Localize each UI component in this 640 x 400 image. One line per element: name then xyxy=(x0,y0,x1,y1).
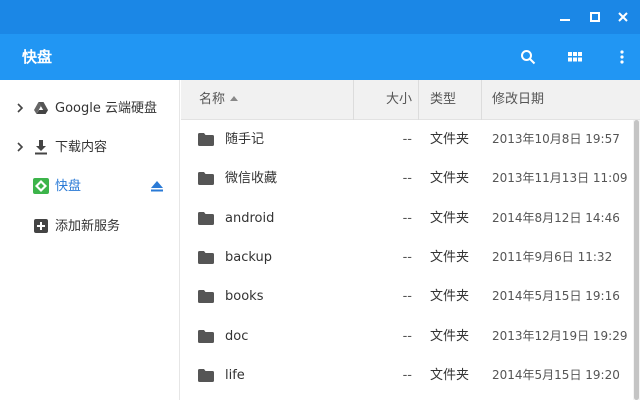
table-header: 名称 大小 类型 修改日期 xyxy=(181,80,640,120)
file-type: 文件夹 xyxy=(430,328,470,344)
file-size: -- xyxy=(402,132,412,147)
sidebar: Google 云端硬盘 下载内容 快盘 添加新服务 xyxy=(0,80,180,400)
column-divider[interactable] xyxy=(481,80,482,120)
file-type: 文件夹 xyxy=(430,171,470,187)
file-size: -- xyxy=(402,289,412,305)
app-title: 快盘 xyxy=(22,48,53,66)
file-modified: 2014年5月15日 19:20 xyxy=(492,367,620,382)
sidebar-item-google-drive[interactable]: Google 云端硬盘 xyxy=(0,89,180,128)
maximize-icon[interactable] xyxy=(582,0,608,34)
file-size: -- xyxy=(402,210,412,226)
sidebar-item-label: Google 云端硬盘 xyxy=(55,101,157,116)
sidebar-item-downloads[interactable]: 下载内容 xyxy=(0,128,180,167)
grid-view-icon[interactable] xyxy=(559,41,591,73)
folder-icon xyxy=(198,329,214,343)
sidebar-item-label: 快盘 xyxy=(55,179,82,194)
file-list: 名称 大小 类型 修改日期 随手记 -- 文件夹 2013年10月8日 19:5… xyxy=(181,80,640,400)
column-header-name[interactable]: 名称 xyxy=(199,80,239,120)
file-name: 随手记 xyxy=(225,132,265,147)
vertical-scrollbar[interactable] xyxy=(633,120,640,400)
file-modified: 2011年9月6日 11:32 xyxy=(492,249,613,264)
eject-icon[interactable] xyxy=(150,179,164,193)
table-row[interactable]: life -- 文件夹 2014年5月15日 19:20 xyxy=(181,356,633,395)
file-modified: 2013年11月13日 11:09 xyxy=(492,171,628,186)
sidebar-item-add-service[interactable]: 添加新服务 xyxy=(0,207,180,246)
scrollbar-thumb[interactable] xyxy=(634,120,639,400)
file-type: 文件夹 xyxy=(430,289,470,305)
column-header-modified[interactable]: 修改日期 xyxy=(492,80,544,120)
file-name: android xyxy=(225,210,275,226)
app-header: 快盘 xyxy=(0,34,640,80)
window-titlebar xyxy=(0,0,640,34)
file-modified: 2014年8月12日 14:46 xyxy=(492,210,620,225)
folder-icon xyxy=(198,290,214,304)
minimize-icon[interactable] xyxy=(552,0,578,34)
folder-icon xyxy=(198,133,214,146)
file-type: 文件夹 xyxy=(430,367,470,383)
file-type: 文件夹 xyxy=(430,132,470,147)
chevron-right-icon[interactable] xyxy=(14,140,26,154)
file-size: -- xyxy=(402,367,412,383)
file-name: 微信收藏 xyxy=(225,171,278,187)
kuaipan-icon xyxy=(33,178,49,194)
file-size: -- xyxy=(402,171,412,187)
close-icon[interactable] xyxy=(610,0,636,34)
table-row[interactable]: books -- 文件夹 2014年5月15日 19:16 xyxy=(181,277,633,316)
add-box-icon xyxy=(34,219,48,233)
file-name: life xyxy=(225,367,245,383)
file-name: doc xyxy=(225,328,249,344)
sidebar-item-label: 下载内容 xyxy=(55,140,108,155)
table-row[interactable]: 微信收藏 -- 文件夹 2013年11月13日 11:09 xyxy=(181,159,633,198)
sidebar-item-label: 添加新服务 xyxy=(55,219,121,234)
chevron-right-icon[interactable] xyxy=(14,101,26,115)
more-vert-icon[interactable] xyxy=(606,41,638,73)
search-icon[interactable] xyxy=(512,41,544,73)
file-size: -- xyxy=(402,249,412,265)
file-modified: 2013年10月8日 19:57 xyxy=(492,132,620,146)
file-type: 文件夹 xyxy=(430,249,470,265)
column-header-size[interactable]: 大小 xyxy=(386,80,412,120)
table-row[interactable]: 随手记 -- 文件夹 2013年10月8日 19:57 xyxy=(181,120,633,159)
folder-icon xyxy=(198,368,214,382)
sidebar-item-kuaipan[interactable]: 快盘 xyxy=(0,167,180,206)
column-header-type[interactable]: 类型 xyxy=(430,80,456,120)
file-modified: 2014年5月15日 19:16 xyxy=(492,289,620,304)
folder-icon xyxy=(198,250,214,264)
file-name: backup xyxy=(225,249,272,265)
sort-ascending-icon xyxy=(230,96,239,101)
column-divider[interactable] xyxy=(418,80,419,120)
file-name: books xyxy=(225,289,264,305)
file-type: 文件夹 xyxy=(430,210,470,226)
file-modified: 2013年12月19日 19:29 xyxy=(492,328,628,343)
folder-icon xyxy=(198,211,214,225)
table-row[interactable]: doc -- 文件夹 2013年12月19日 19:29 xyxy=(181,317,633,356)
column-divider[interactable] xyxy=(353,80,354,120)
google-drive-icon xyxy=(34,102,48,114)
folder-icon xyxy=(198,172,214,186)
column-header-label: 名称 xyxy=(199,92,226,107)
table-row[interactable]: backup -- 文件夹 2011年9月6日 11:32 xyxy=(181,238,633,277)
download-icon xyxy=(35,140,47,155)
file-size: -- xyxy=(402,328,412,344)
table-row[interactable]: android -- 文件夹 2014年8月12日 14:46 xyxy=(181,199,633,238)
